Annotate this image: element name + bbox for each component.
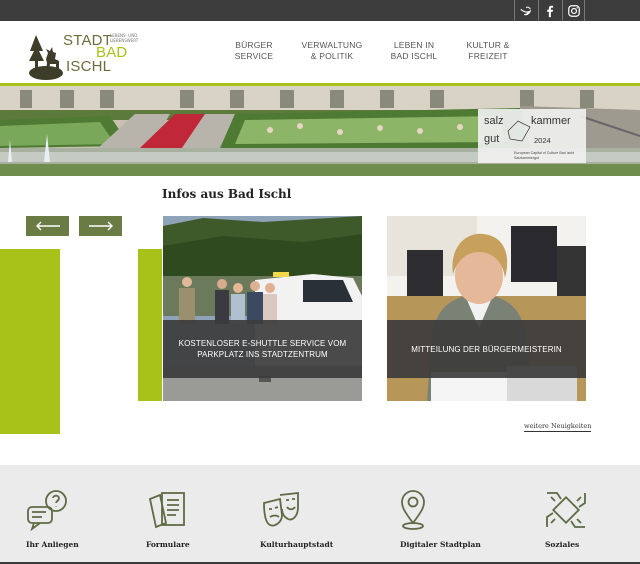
site-header: STADT BAD ISCHL LEBENS- UND LIEBENSWERT … (0, 21, 640, 83)
social-link-facebook[interactable] (538, 0, 561, 21)
map-pin-icon (401, 490, 425, 530)
top-social-bar (0, 0, 640, 21)
social-link-instagram[interactable] (562, 0, 585, 21)
nav-label-line1: KULTUR & (466, 40, 510, 50)
nav-label-line1: LEBEN IN (393, 40, 435, 50)
nav-leben-in-bad-ischl[interactable]: LEBEN IN BAD ISCHL (388, 40, 440, 62)
nav-label-line2: FREIZEIT (468, 51, 508, 61)
nav-label-line2: SERVICE (234, 51, 274, 61)
nav-verwaltung-politik[interactable]: VERWALTUNG & POLITIK (298, 40, 366, 62)
decorative-green-block (0, 249, 60, 434)
news-next-button[interactable] (79, 216, 122, 236)
news-card-label: MITTEILUNG DER BÜRGERMEISTERIN (387, 320, 586, 378)
badge-outline-mark (507, 120, 531, 142)
news-card-e-shuttle[interactable]: KOSTENLOSER E-SHUTTLE SERVICE VOM PARKPL… (163, 216, 362, 401)
joined-hands-icon (546, 492, 586, 528)
service-label: Ihr Anliegen (26, 540, 79, 549)
deer-tree-logo-icon (29, 35, 63, 80)
nav-label-line1: BÜRGER (235, 40, 273, 50)
speech-bubbles-icon (27, 490, 67, 531)
nav-label-line2: BAD ISCHL (390, 51, 438, 61)
theater-masks-icon (263, 491, 299, 527)
service-label: Digitaler Stadtplan (400, 540, 481, 549)
service-label: Formulare (146, 540, 190, 549)
nav-buergerservice[interactable]: BÜRGER SERVICE (228, 40, 280, 62)
services-bar: Ihr Anliegen Formulare Kulturhauptstadt (0, 465, 640, 564)
instagram-icon (567, 4, 580, 17)
nav-label-line1: VERWALTUNG (301, 40, 363, 50)
news-prev-button[interactable] (26, 216, 69, 236)
logo-tagline: LEBENS- UND LIEBENSWERT (110, 33, 139, 43)
service-label: Soziales (545, 540, 580, 549)
bird-icon (520, 6, 532, 15)
social-link-bird[interactable] (514, 0, 537, 21)
news-card-buergermeisterin[interactable]: MITTEILUNG DER BÜRGERMEISTERIN (387, 216, 586, 401)
nav-kultur-freizeit[interactable]: KULTUR & FREIZEIT (460, 40, 516, 62)
decorative-green-block (138, 249, 162, 401)
news-section-title: Infos aus Bad Ischl (162, 187, 292, 201)
arrow-left-icon (35, 221, 60, 231)
site-logo[interactable]: STADT BAD ISCHL LEBENS- UND LIEBENSWERT (26, 29, 146, 81)
arrow-right-icon (88, 221, 113, 231)
news-card-label: KOSTENLOSER E-SHUTTLE SERVICE VOM PARKPL… (163, 320, 362, 378)
logo-word-ischl: ISCHL (66, 58, 112, 75)
documents-icon (148, 492, 185, 529)
hero-banner: salz kammer gut 2024 European Capital of… (0, 86, 640, 176)
facebook-icon (547, 5, 554, 17)
more-news-link[interactable]: weitere Neuigkeiten (524, 422, 592, 432)
kulturhauptstadt-badge[interactable]: salz kammer gut 2024 European Capital of… (478, 109, 586, 163)
nav-label-line2: & POLITIK (310, 51, 354, 61)
service-label: Kulturhauptstadt (260, 540, 334, 549)
